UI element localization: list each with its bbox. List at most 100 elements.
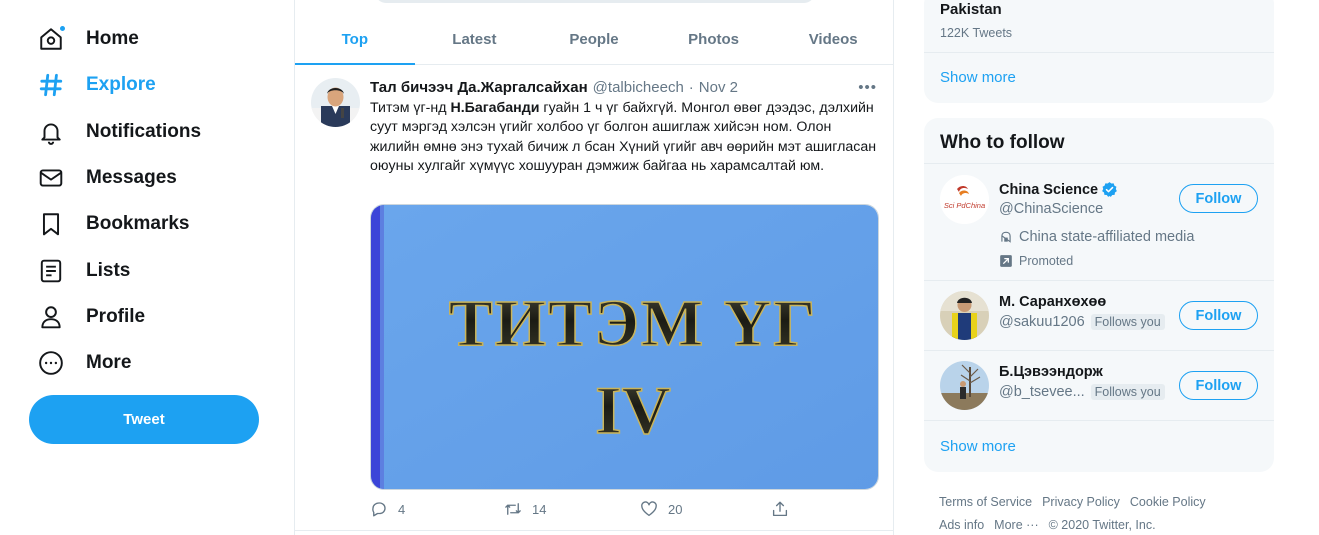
nav-item-home[interactable]: Home: [28, 16, 268, 62]
notification-dot: [59, 25, 66, 33]
nav-item-notifications[interactable]: Notifications: [28, 109, 268, 155]
heart-icon: [641, 501, 657, 517]
account-avatar[interactable]: [940, 291, 989, 340]
account-handle-line: @b_tsevee... Follows you: [999, 384, 1165, 400]
search-results-column: Top Latest People Photos Videos Тал бичэ…: [294, 0, 894, 535]
author-name[interactable]: Тал бичээч Да.Жаргалсайхан: [370, 79, 588, 96]
follow-suggestion-row[interactable]: М. Саранхөхөө @sakuu1206 Follows you Fol…: [924, 280, 1274, 350]
account-name: China Science: [999, 181, 1118, 198]
tab-photos[interactable]: Photos: [654, 14, 774, 64]
account-avatar[interactable]: [940, 361, 989, 410]
nav-item-profile[interactable]: Profile: [28, 294, 268, 340]
verified-badge-icon: [1102, 182, 1117, 197]
more-options-icon[interactable]: •••: [858, 79, 877, 96]
footer: Terms of Service Privacy Policy Cookie P…: [939, 490, 1269, 535]
footer-more-link[interactable]: More ···: [994, 518, 1038, 532]
retweet-count: 14: [532, 501, 547, 517]
tweet-actions: 4 14 20: [370, 500, 810, 522]
footer-row: Terms of Service Privacy Policy Cookie P…: [939, 490, 1269, 513]
nav-label-profile: Profile: [86, 305, 146, 327]
tweet-button[interactable]: Tweet: [29, 395, 259, 444]
follow-button[interactable]: Follow: [1179, 301, 1258, 330]
share-button[interactable]: [771, 500, 789, 518]
search-bar[interactable]: [375, 0, 815, 3]
nav-label-home: Home: [86, 28, 139, 50]
hashtag-icon: [36, 70, 66, 100]
author-avatar[interactable]: [311, 78, 360, 127]
reply-count: 4: [398, 501, 406, 517]
nav-label-notifications: Notifications: [86, 120, 202, 142]
like-button[interactable]: 20: [640, 500, 682, 518]
tab-top[interactable]: Top: [295, 14, 415, 65]
nav-item-more[interactable]: More: [28, 340, 268, 386]
megaphone-icon: [1001, 231, 1011, 243]
trends-show-more-link[interactable]: Show more: [940, 69, 1016, 86]
tweet-image[interactable]: ТИТЭМ ҮГ IV: [370, 204, 879, 490]
image-title-line1: ТИТЭМ ҮГ: [449, 287, 818, 360]
more-circle-icon: [36, 348, 66, 378]
footer-row: Ads info More ··· © 2020 Twitter, Inc.: [939, 513, 1269, 535]
person-icon: [36, 302, 66, 332]
tweet-date[interactable]: Nov 2: [699, 79, 738, 96]
reply-button[interactable]: 4: [370, 500, 405, 518]
envelope-icon: [36, 163, 66, 193]
tab-latest[interactable]: Latest: [415, 14, 535, 64]
trend-panel: Pakistan 122K Tweets Show more: [924, 0, 1274, 103]
nav-item-messages[interactable]: Messages: [28, 155, 268, 201]
account-handle: @sakuu1206: [999, 314, 1085, 330]
nav-label-more: More: [86, 352, 132, 374]
reply-icon: [372, 502, 386, 517]
follow-button[interactable]: Follow: [1179, 371, 1258, 400]
tweet-header: Тал бичээч Да.Жаргалсайхан @talbicheech …: [370, 79, 877, 96]
retweet-button[interactable]: 14: [504, 500, 546, 518]
bookmark-icon: [36, 209, 66, 239]
author-handle[interactable]: @talbicheech: [593, 79, 684, 96]
who-to-follow-show-more-link[interactable]: Show more: [940, 438, 1016, 455]
follow-suggestion-row[interactable]: Б.Цэвээндорж @b_tsevee... Follows you Fo…: [924, 350, 1274, 420]
promoted-label: Promoted: [999, 254, 1073, 268]
account-name: Б.Цэвээндорж: [999, 364, 1103, 380]
cookie-link[interactable]: Cookie Policy: [1130, 495, 1206, 509]
terms-link[interactable]: Terms of Service: [939, 495, 1032, 509]
trend-tweet-count: 122K Tweets: [940, 26, 1013, 40]
follows-you-badge: Follows you: [1090, 314, 1165, 330]
account-handle-line: @sakuu1206 Follows you: [999, 314, 1165, 330]
tab-videos[interactable]: Videos: [773, 14, 893, 64]
follow-suggestion-row[interactable]: Sci PdChina China Science @ChinaScience …: [924, 163, 1274, 280]
follows-you-badge: Follows you: [1090, 384, 1165, 400]
trend-title[interactable]: Pakistan: [940, 1, 1002, 18]
bell-icon: [36, 117, 66, 147]
copyright: © 2020 Twitter, Inc.: [1048, 517, 1156, 532]
like-count: 20: [668, 501, 683, 517]
tab-people[interactable]: People: [534, 14, 654, 64]
image-title-line2: IV: [595, 372, 671, 448]
avatar-logo-text: Sci PdChina: [944, 201, 985, 210]
search-tabs: Top Latest People Photos Videos: [295, 14, 893, 65]
account-name-text: China Science: [999, 181, 1099, 198]
state-affiliated-label[interactable]: China state-affiliated media: [999, 229, 1194, 245]
tweet-text: Титэм үг-нд Н.Багабанди гуайн 1 ч үг бай…: [370, 99, 880, 176]
privacy-link[interactable]: Privacy Policy: [1042, 495, 1120, 509]
account-avatar[interactable]: Sci PdChina: [940, 175, 989, 224]
nav-item-bookmarks[interactable]: Bookmarks: [28, 201, 268, 247]
who-to-follow-panel: Who to follow Sci PdChina China Science …: [924, 118, 1274, 472]
separator-dot: ·: [688, 79, 694, 96]
tweet[interactable]: Тал бичээч Да.Жаргалсайхан @talbicheech …: [295, 66, 893, 531]
nav-item-explore[interactable]: Explore: [28, 62, 268, 108]
tweet-text-mention: Н.Багабанди: [450, 100, 540, 116]
divider: [924, 52, 1274, 53]
nav-label-bookmarks: Bookmarks: [86, 213, 190, 235]
divider: [924, 420, 1274, 421]
account-name: М. Саранхөхөө: [999, 294, 1107, 310]
account-handle: @b_tsevee...: [999, 384, 1085, 400]
tweet-text-part1: Титэм үг-нд: [370, 100, 451, 116]
ads-info-link[interactable]: Ads info: [939, 518, 984, 532]
share-icon: [772, 501, 788, 517]
retweet-icon: [505, 503, 521, 515]
follow-button[interactable]: Follow: [1179, 184, 1258, 213]
account-handle: @ChinaScience: [999, 201, 1104, 217]
left-nav: Home Explore Notifications Messages Book…: [28, 16, 268, 386]
nav-label-messages: Messages: [86, 167, 177, 189]
promoted-text: Promoted: [1019, 254, 1074, 268]
nav-item-lists[interactable]: Lists: [28, 247, 268, 293]
